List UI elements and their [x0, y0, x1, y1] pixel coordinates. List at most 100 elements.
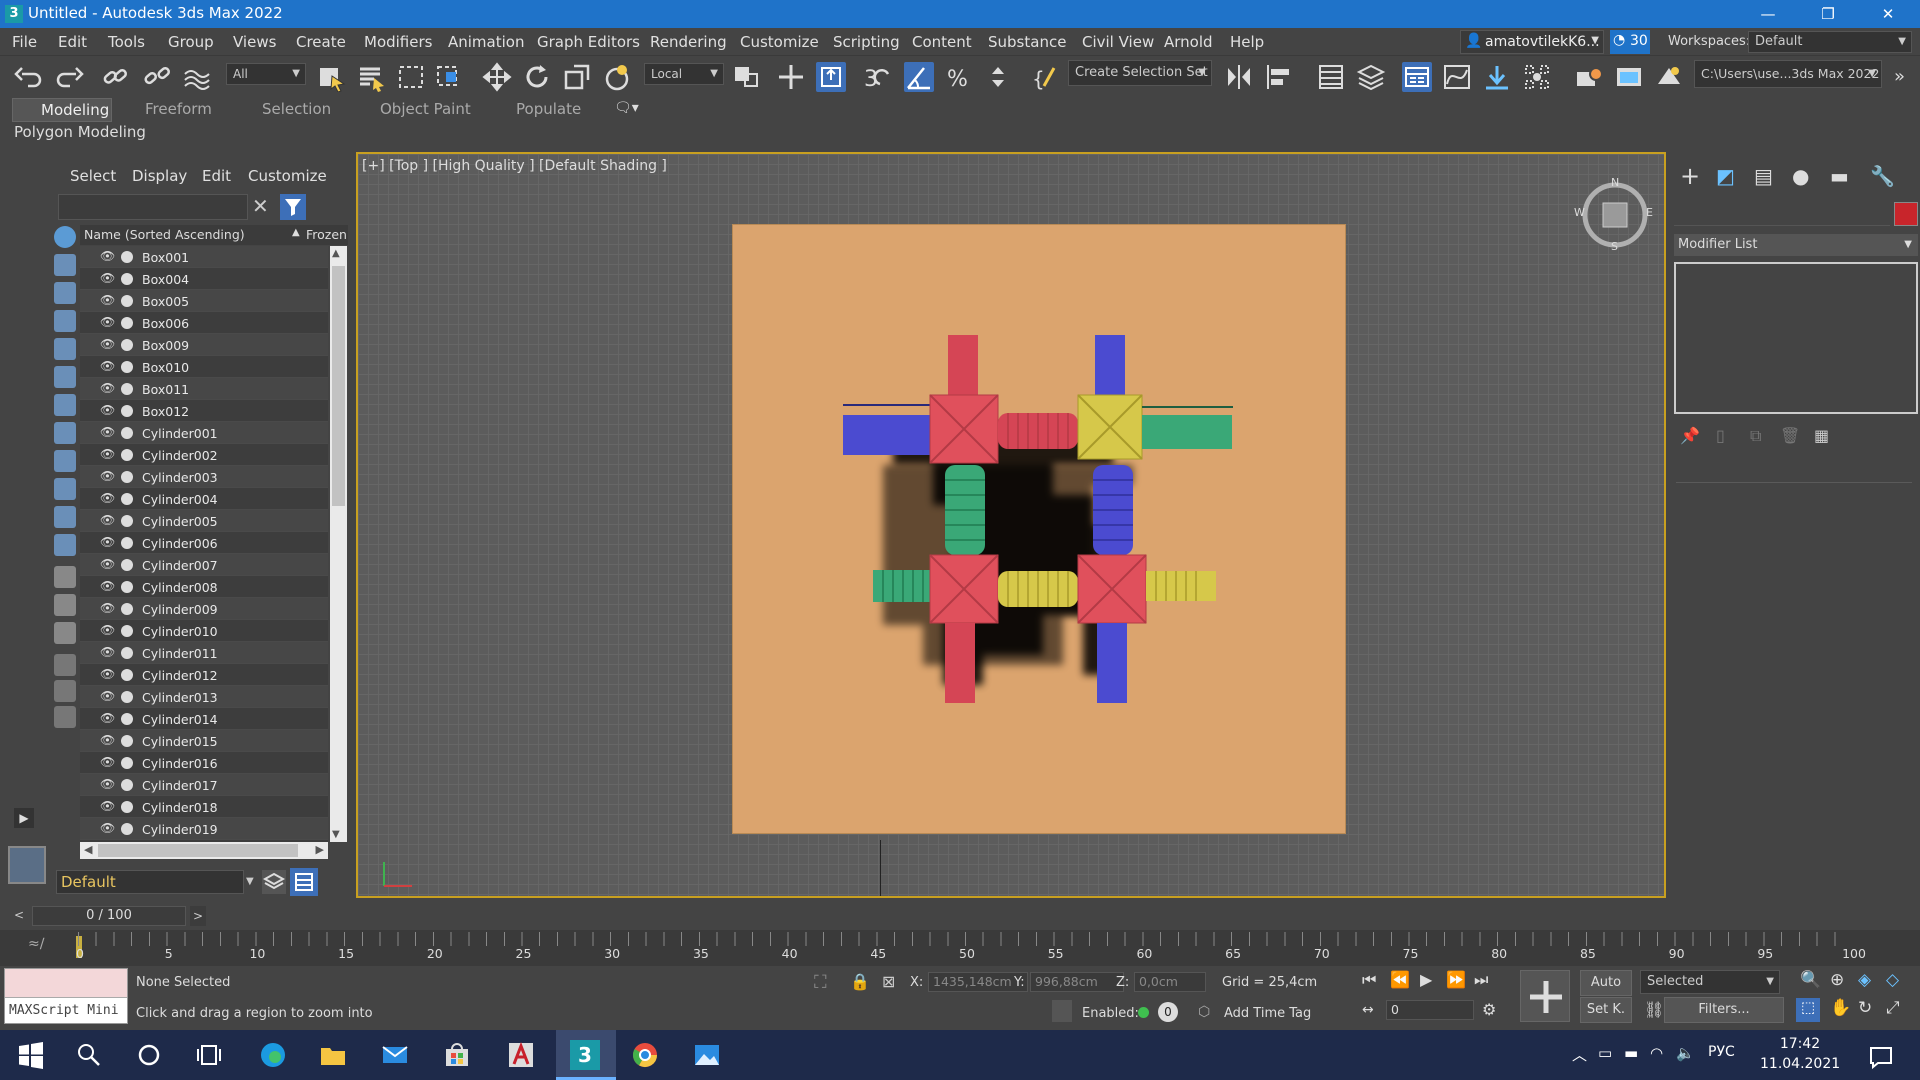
display-none-icon[interactable] [54, 594, 76, 616]
place-icon[interactable] [602, 62, 632, 92]
render-dot-icon[interactable] [121, 427, 133, 439]
rendered-frame-window-icon[interactable] [1614, 62, 1644, 92]
visibility-eye-icon[interactable]: 👁 [100, 601, 115, 615]
start-icon[interactable] [16, 1041, 46, 1071]
taskbar-clock[interactable]: 17:42 11.04.2021 [1760, 1034, 1840, 1074]
scroll-left-icon[interactable]: ◀ [84, 843, 92, 856]
menu-animation[interactable]: Animation [448, 33, 524, 51]
snaps-toggle-icon[interactable]: 3 [862, 62, 892, 92]
clear-search-icon[interactable]: ✕ [252, 194, 269, 218]
redo-icon[interactable] [54, 62, 84, 92]
rotate-icon[interactable] [522, 62, 552, 92]
search-icon[interactable] [74, 1040, 104, 1070]
mirror-icon[interactable] [1224, 62, 1254, 92]
render-dot-icon[interactable] [121, 449, 133, 461]
visibility-eye-icon[interactable]: 👁 [100, 403, 115, 417]
list-item[interactable]: 👁 Cylinder018 [80, 796, 328, 818]
set-key-big-icon[interactable] [1520, 970, 1570, 1022]
hscroll-thumb[interactable] [98, 844, 298, 857]
unlink-icon[interactable] [142, 62, 172, 92]
volume-icon[interactable]: 🔈 [1676, 1044, 1695, 1062]
maxscript-listener[interactable]: MAXScript Mini [4, 968, 128, 1024]
visibility-eye-icon[interactable]: 👁 [100, 337, 115, 351]
render-dot-icon[interactable] [121, 581, 133, 593]
menu-content[interactable]: Content [912, 33, 972, 51]
selection-lock-icon[interactable]: 🔒 [850, 972, 870, 991]
tray-device-icon[interactable]: ▭ [1598, 1044, 1612, 1062]
spinner-snap-icon[interactable] [984, 62, 1014, 92]
keyboard-shortcut-override-icon[interactable] [816, 62, 846, 92]
display-groups-icon[interactable] [54, 394, 76, 416]
display-space-warps-icon[interactable] [54, 366, 76, 388]
motion-tab-icon[interactable]: ● [1792, 164, 1809, 188]
render-dot-icon[interactable] [121, 339, 133, 351]
box-blue-left[interactable] [843, 415, 933, 455]
list-item[interactable]: 👁 Cylinder017 [80, 774, 328, 796]
display-geometry-icon[interactable] [54, 226, 76, 248]
render-dot-icon[interactable] [121, 691, 133, 703]
time-slider[interactable]: 0 / 100 [32, 906, 186, 926]
x-coordinate-field[interactable]: 1435,148cm [928, 972, 1028, 992]
render-production-icon[interactable] [1654, 62, 1684, 92]
zoom-extents-all-icon[interactable]: ◇ [1886, 970, 1899, 990]
sync-selection-icon[interactable] [54, 654, 76, 676]
mail-icon[interactable] [380, 1040, 410, 1070]
list-item[interactable]: 👁 Box011 [80, 378, 328, 400]
box-red-bottom[interactable] [945, 623, 975, 703]
show-end-result-icon[interactable]: ▯ [1716, 426, 1725, 445]
list-item[interactable]: 👁 Cylinder013 [80, 686, 328, 708]
field-of-view-icon[interactable]: ⬚ [1796, 998, 1820, 1022]
visibility-eye-icon[interactable]: 👁 [100, 513, 115, 527]
material-editor-icon[interactable] [1522, 62, 1552, 92]
list-item[interactable]: 👁 Box012 [80, 400, 328, 422]
maxscript-mini-input[interactable]: MAXScript Mini [5, 997, 127, 1025]
scroll-down-icon[interactable]: ▼ [332, 829, 340, 840]
visibility-eye-icon[interactable]: 👁 [100, 821, 115, 835]
curve-editor-icon[interactable] [1442, 62, 1472, 92]
enabled-value[interactable]: 0 [1158, 1002, 1178, 1022]
render-dot-icon[interactable] [121, 823, 133, 835]
render-dot-icon[interactable] [121, 669, 133, 681]
menu-file[interactable]: File [12, 33, 37, 51]
list-item[interactable]: 👁 Box009 [80, 334, 328, 356]
user-account-dropdown[interactable]: 👤 amatovtilekK6... ▼ [1460, 30, 1604, 54]
display-hidden-icon[interactable] [54, 534, 76, 556]
visibility-eye-icon[interactable]: 👁 [100, 799, 115, 813]
render-dot-icon[interactable] [121, 471, 133, 483]
selection-filter-dropdown[interactable]: All ▼ [226, 63, 306, 85]
explorer-menu-select[interactable]: Select [70, 167, 116, 185]
configure-modifier-sets-icon[interactable]: ▦ [1814, 426, 1829, 445]
remove-modifier-icon[interactable]: 🗑 [1780, 426, 1800, 445]
list-item[interactable]: 👁 Cylinder014 [80, 708, 328, 730]
explorer-search-input[interactable] [58, 194, 248, 220]
tray-chevron-up-icon[interactable]: ︿ [1572, 1044, 1587, 1065]
menu-create[interactable]: Create [296, 33, 346, 51]
reference-coordinate-dropdown[interactable]: Local ▼ [644, 63, 724, 85]
render-dot-icon[interactable] [121, 361, 133, 373]
box-red-top[interactable] [948, 335, 978, 395]
workspace-dropdown[interactable]: Default ▼ [1748, 31, 1912, 53]
render-dot-icon[interactable] [121, 515, 133, 527]
next-frame-icon[interactable]: > [190, 906, 206, 926]
task-view-icon[interactable] [194, 1040, 224, 1070]
render-dot-icon[interactable] [121, 537, 133, 549]
battery-icon[interactable]: ▬ [1624, 1044, 1638, 1062]
wifi-icon[interactable]: ◠ [1650, 1044, 1663, 1062]
select-manipulate-icon[interactable] [776, 62, 806, 92]
move-icon[interactable] [482, 62, 512, 92]
list-item[interactable]: 👁 Cylinder012 [80, 664, 328, 686]
chrome-icon[interactable] [630, 1040, 660, 1070]
explorer-vertical-scrollbar[interactable]: ▲ ▼ [330, 246, 347, 842]
visibility-eye-icon[interactable]: 👁 [100, 711, 115, 725]
render-dot-icon[interactable] [121, 625, 133, 637]
list-item[interactable]: 👁 Box005 [80, 290, 328, 312]
list-item[interactable]: 👁 Cylinder001 [80, 422, 328, 444]
go-to-start-icon[interactable]: ⏮ [1362, 970, 1376, 990]
prev-frame-icon[interactable]: < [14, 908, 24, 922]
visibility-eye-icon[interactable]: 👁 [100, 755, 115, 769]
box-green-right[interactable] [1142, 415, 1232, 449]
tab-modeling[interactable]: Modeling [12, 98, 112, 122]
display-containers-icon[interactable] [54, 478, 76, 500]
render-dot-icon[interactable] [121, 295, 133, 307]
y-coordinate-field[interactable]: 996,88cm [1030, 972, 1124, 992]
